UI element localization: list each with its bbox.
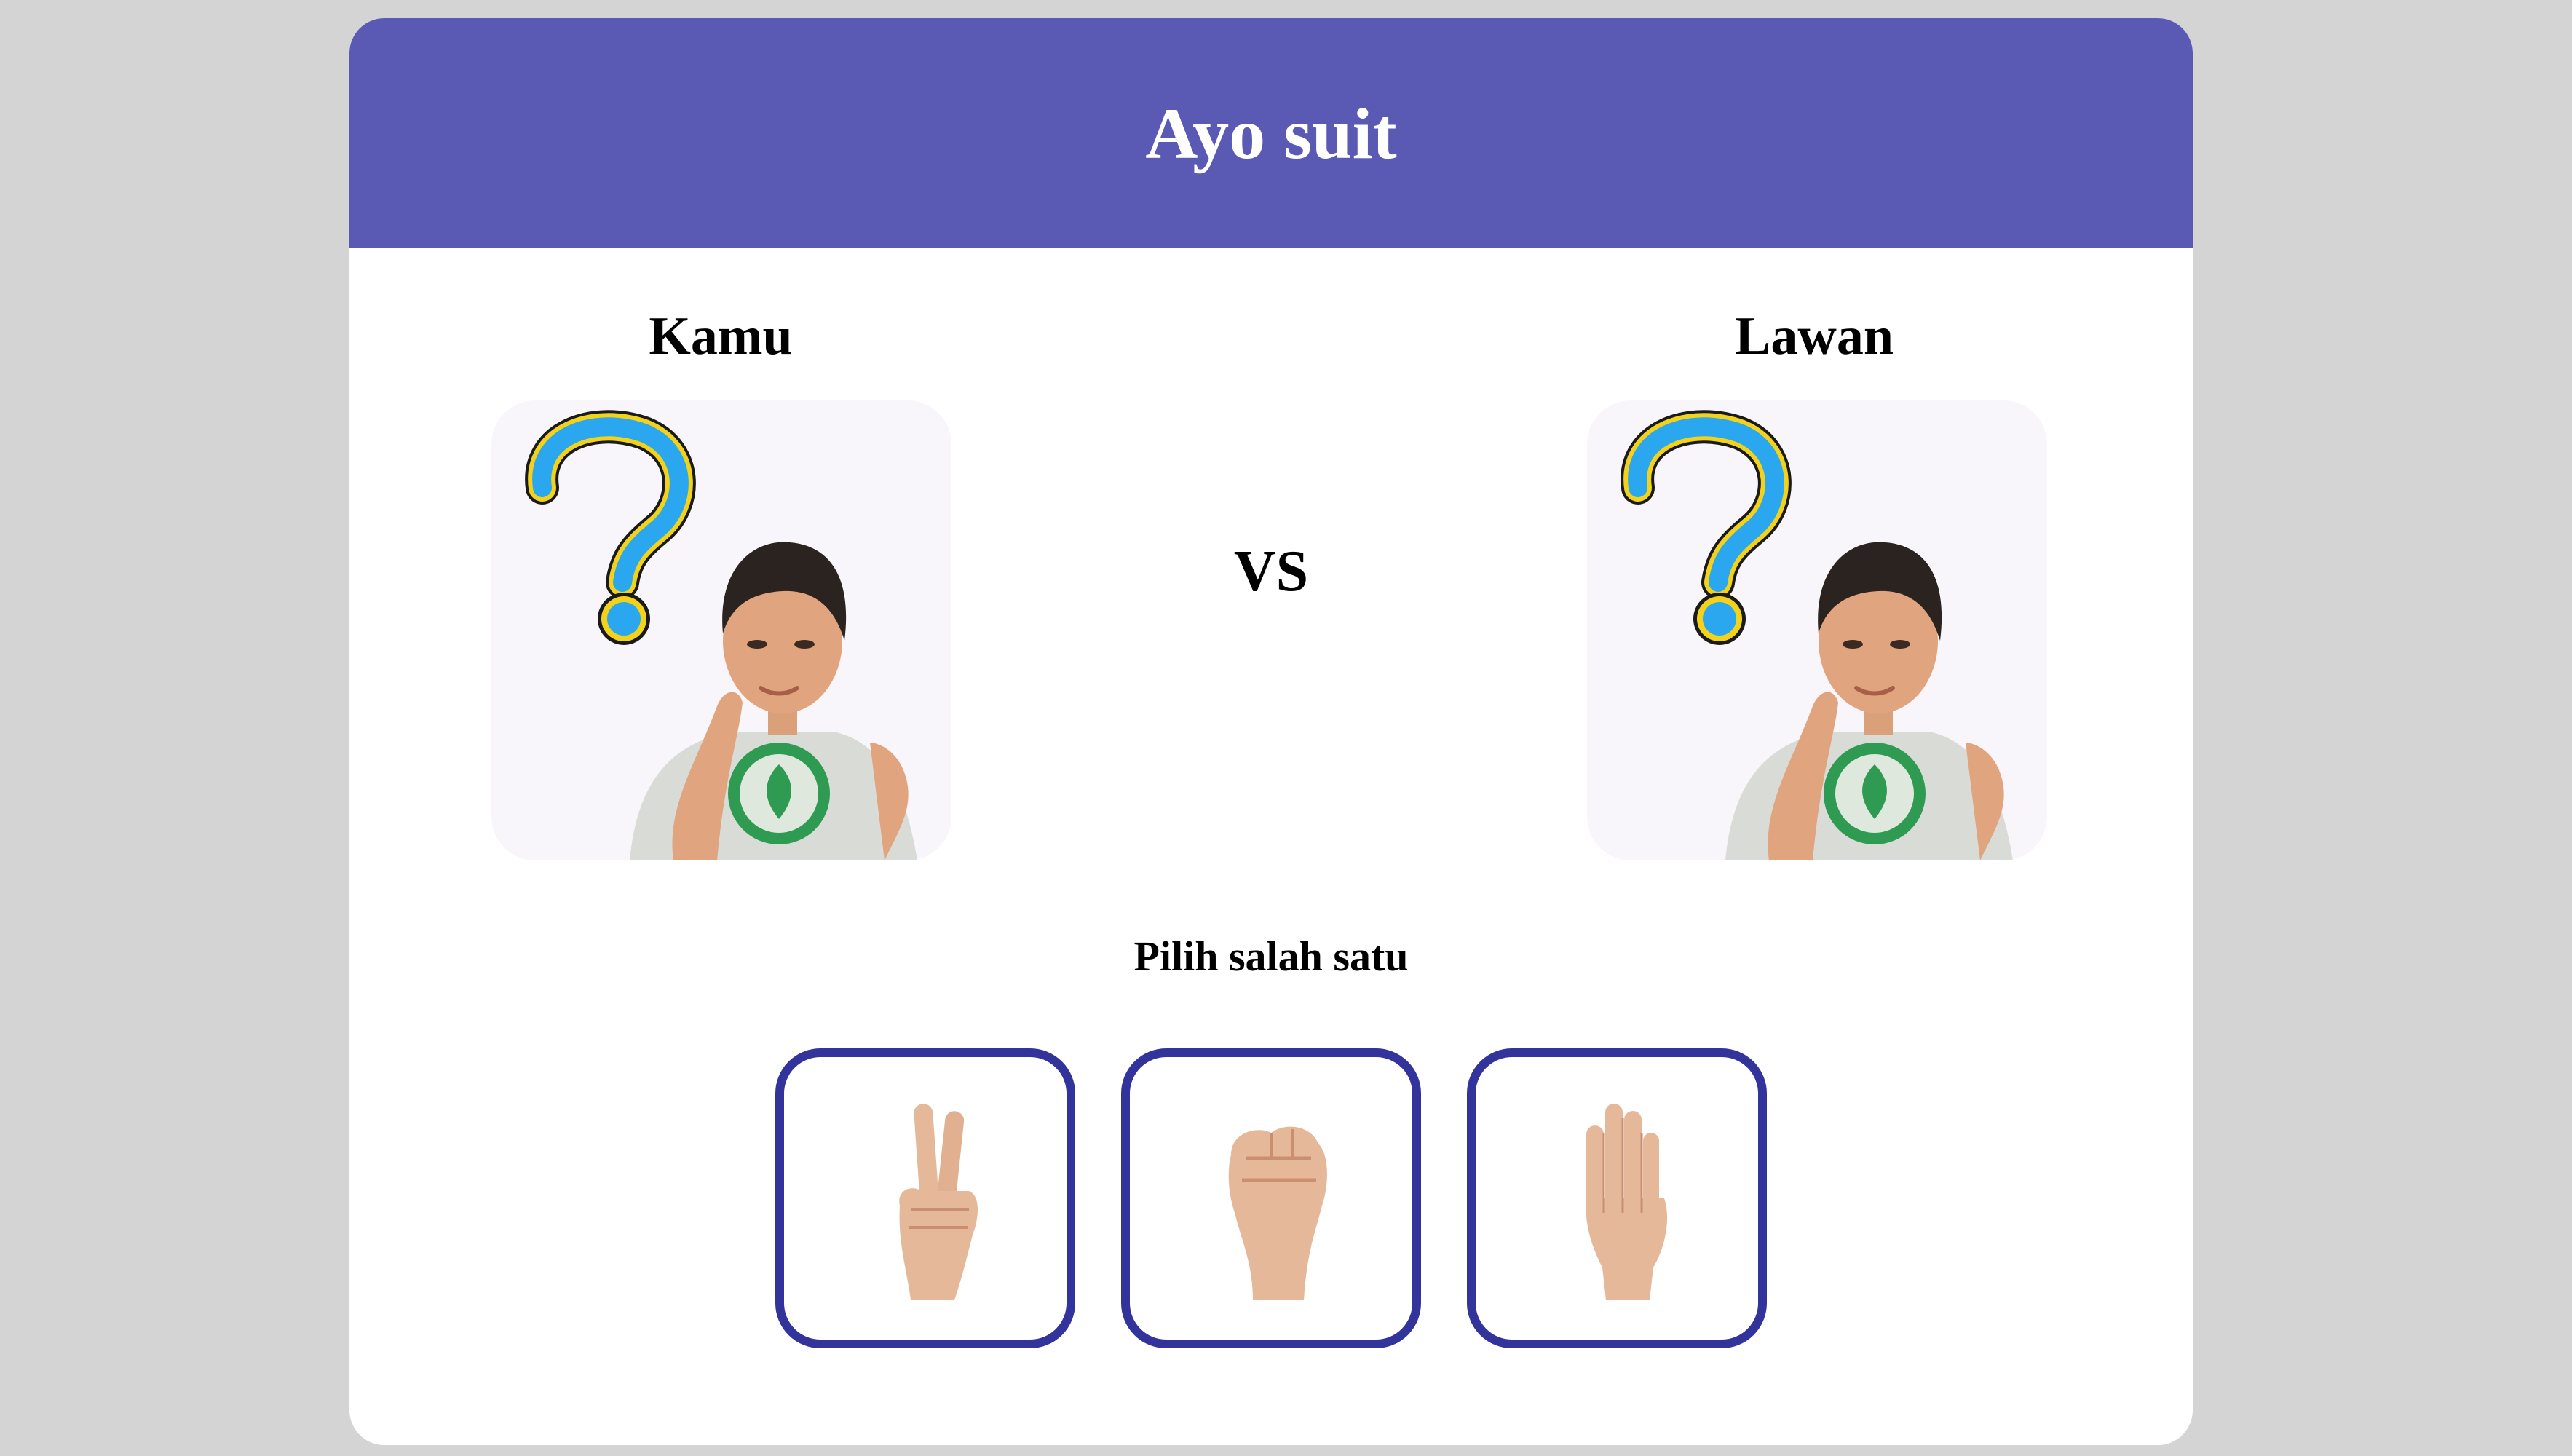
player-avatar xyxy=(491,400,951,860)
game-card: Ayo suit Kamu VS Lawan Pilih salah satu xyxy=(349,18,2193,1445)
scissors-button[interactable] xyxy=(775,1048,1075,1348)
choice-buttons xyxy=(775,1048,1767,1348)
player-label: Kamu xyxy=(649,306,793,366)
peace-hand-icon xyxy=(899,1104,978,1300)
question-mark-icon xyxy=(525,410,696,645)
fist-hand-icon xyxy=(1228,1126,1327,1300)
opponent-avatar xyxy=(1587,400,2047,860)
versus-label: VS xyxy=(1233,539,1309,604)
game-title: Ayo suit xyxy=(1145,92,1397,174)
open-palm-icon xyxy=(1586,1104,1668,1300)
paper-button[interactable] xyxy=(1467,1048,1767,1348)
avatar-figure xyxy=(630,542,917,860)
opponent-label: Lawan xyxy=(1735,306,1894,366)
question-mark-icon xyxy=(1621,410,1792,645)
choose-prompt: Pilih salah satu xyxy=(1133,933,1409,980)
thinking-avatar-icon xyxy=(525,410,917,860)
thinking-avatar-icon xyxy=(1621,410,2013,860)
avatar-figure xyxy=(1725,542,2013,860)
rock-button[interactable] xyxy=(1121,1048,1421,1348)
header-bar: Ayo suit xyxy=(349,18,2193,248)
